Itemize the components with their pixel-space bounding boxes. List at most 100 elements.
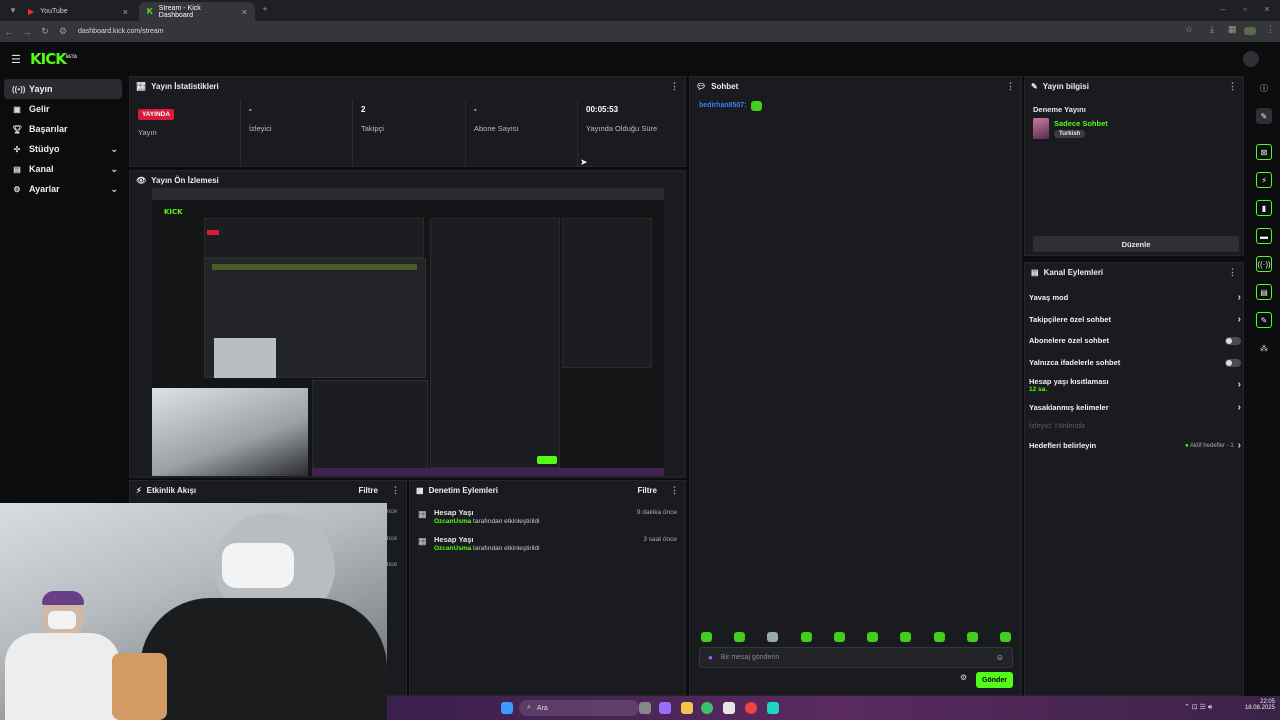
- taskbar-clock[interactable]: 22:05 18.08.2025: [1239, 699, 1275, 711]
- bolt-icon: ⚡︎: [136, 485, 142, 495]
- close-icon[interactable]: ×: [123, 7, 128, 17]
- minimize-icon[interactable]: –: [1214, 4, 1232, 14]
- chat-username[interactable]: bedirhan8507:: [699, 102, 746, 109]
- back-icon[interactable]: ←: [0, 27, 18, 37]
- profile-icon[interactable]: [1244, 27, 1256, 35]
- emote-icon[interactable]: [966, 632, 978, 642]
- mod-user[interactable]: OzcanUsma: [434, 545, 471, 552]
- emote-icon[interactable]: [767, 632, 779, 642]
- task-view-icon[interactable]: [639, 702, 651, 714]
- file-explorer-icon[interactable]: [681, 702, 693, 714]
- hamburger-menu-icon[interactable]: ☰: [11, 53, 21, 66]
- channel-action-emotes-only[interactable]: Yalnızca ifadelerle sohbet: [1029, 358, 1241, 367]
- stream-preview-video[interactable]: KICK: [152, 188, 664, 476]
- site-info-icon[interactable]: ⚙: [54, 26, 72, 37]
- window-close-icon[interactable]: ×: [1258, 4, 1276, 14]
- close-icon[interactable]: ×: [242, 7, 247, 17]
- store-icon[interactable]: [723, 702, 735, 714]
- extensions-icon[interactable]: ▦: [1228, 24, 1237, 35]
- browser-menu-icon[interactable]: ⋮: [1266, 24, 1275, 35]
- emote-icon[interactable]: [867, 632, 879, 642]
- edit-button[interactable]: Düzenle: [1033, 236, 1239, 252]
- windows-start-icon[interactable]: [501, 702, 513, 714]
- toggle-switch[interactable]: [1225, 358, 1241, 367]
- channel-action-banned-words[interactable]: Yasaklanmış kelimeler ›: [1029, 402, 1241, 413]
- emote-icon[interactable]: [933, 632, 945, 642]
- preview-browser-bar: [152, 188, 664, 200]
- info-icon[interactable]: ⓘ: [1256, 80, 1272, 96]
- more-icon[interactable]: ⋮: [670, 81, 679, 92]
- emote-icon[interactable]: [833, 632, 845, 642]
- more-icon[interactable]: ⋮: [670, 485, 679, 496]
- new-tab-icon[interactable]: +: [256, 4, 274, 14]
- chat-settings-icon[interactable]: ⚙: [960, 673, 967, 682]
- document-icon[interactable]: ▮: [1256, 200, 1272, 216]
- stat-value: 00:05:53: [586, 105, 619, 114]
- bookmark-star-icon[interactable]: ☆: [1185, 24, 1193, 35]
- edit-icon[interactable]: ✎: [1256, 108, 1272, 124]
- channel-action-slow-mode[interactable]: Yavaş mod ›: [1029, 292, 1241, 303]
- forward-icon[interactable]: →: [18, 27, 36, 37]
- url-input[interactable]: dashboard.kick.com/stream: [78, 28, 164, 35]
- app-icon[interactable]: [659, 702, 671, 714]
- filter-button[interactable]: Filtre: [637, 486, 657, 495]
- more-icon[interactable]: ⋮: [391, 485, 400, 496]
- stream-info-panel: ✎ Yayın bilgisi ⋮ Deneme Yayını Sadece Soh…: [1024, 76, 1244, 256]
- webcam-object: [112, 653, 167, 720]
- channel-action-subscribers-only[interactable]: Abonelere özel sohbet: [1029, 336, 1241, 345]
- broadcast-icon[interactable]: ((·)): [1256, 256, 1272, 272]
- channel-action-goals[interactable]: Hedefleri belirleyin ● Aktif hedefler - 1…: [1029, 440, 1241, 451]
- kick-logo[interactable]: KICKBETA: [30, 50, 77, 68]
- more-icon[interactable]: ⋮: [1228, 267, 1237, 278]
- more-icon[interactable]: ⋮: [1006, 81, 1015, 92]
- avatar[interactable]: [1243, 51, 1259, 67]
- stat-value: -: [474, 105, 477, 114]
- chat-icon[interactable]: ▬: [1256, 228, 1272, 244]
- emote-icon[interactable]: [999, 632, 1011, 642]
- sidebar-item-basarilar[interactable]: 🏆︎ Başarılar: [4, 119, 122, 139]
- sidebar-item-gelir[interactable]: ▣ Gelir: [4, 99, 122, 119]
- channel-action-account-age[interactable]: Hesap yaşı kısıtlaması 12 sa. ›: [1029, 377, 1241, 393]
- stat-value: 2: [361, 105, 366, 114]
- download-icon[interactable]: ⤓: [1210, 24, 1214, 35]
- apps-icon[interactable]: ⁂: [1256, 340, 1272, 356]
- panel-header: ▤ Kanal Eylemleri ⋮: [1025, 263, 1243, 281]
- layout-icon[interactable]: ▤: [1256, 284, 1272, 300]
- chevron-down-icon: ⌄: [110, 163, 118, 174]
- wrench-icon[interactable]: ✎: [1256, 312, 1272, 328]
- more-icon[interactable]: ⋮: [1228, 81, 1237, 92]
- toggle-switch[interactable]: [1225, 336, 1241, 345]
- maximize-icon[interactable]: ▫: [1236, 4, 1254, 14]
- stream-category[interactable]: Sadece Sohbet: [1054, 119, 1108, 128]
- reload-icon[interactable]: ↻: [36, 26, 54, 37]
- chrome-icon[interactable]: [701, 702, 713, 714]
- emote-icon[interactable]: [701, 632, 712, 642]
- preview-channel-actions: [562, 218, 652, 368]
- emote-icon: [751, 101, 762, 111]
- taskbar-search-label: Ara: [536, 704, 548, 712]
- emoji-icon[interactable]: ☺: [996, 653, 1004, 662]
- chat-input-box[interactable]: ● Bir mesaj gönderin ☺: [699, 647, 1013, 668]
- sidebar-item-kanal[interactable]: ▤ Kanal ⌄: [4, 159, 122, 179]
- bolt-icon[interactable]: ⚡︎: [1256, 172, 1272, 188]
- app-icon[interactable]: [767, 702, 779, 714]
- emote-icon[interactable]: [800, 632, 812, 642]
- chat-input-placeholder[interactable]: Bir mesaj gönderin: [721, 654, 779, 661]
- sidebar-item-yayin[interactable]: ((•)) Yayın: [4, 79, 122, 99]
- preview-logo: KICK: [164, 208, 183, 216]
- filter-button[interactable]: Filtre: [358, 486, 378, 495]
- microphone-icon[interactable]: ●: [708, 653, 713, 662]
- tray-icons[interactable]: ⌃ ⊡ ☰ 🔊︎: [1184, 703, 1212, 712]
- taskbar-search[interactable]: ⌕ Ara: [519, 700, 639, 716]
- emote-icon[interactable]: [734, 632, 746, 642]
- mod-user[interactable]: OzcanUsma: [434, 518, 471, 525]
- channel-action-followers-only[interactable]: Takipçilere özel sohbet ›: [1029, 314, 1241, 325]
- app-icon[interactable]: [745, 702, 757, 714]
- tab-kick-dashboard[interactable]: K Stream - Kick Dashboard ×: [139, 2, 255, 21]
- tab-youtube[interactable]: ▶ YouTube ×: [20, 2, 136, 21]
- sidebar-item-ayarlar[interactable]: ⚙ Ayarlar ⌄: [4, 179, 122, 199]
- sidebar-item-studyo[interactable]: ✣ Stüdyo ⌄: [4, 139, 122, 159]
- emote-icon[interactable]: [900, 632, 912, 642]
- channel-actions-icon[interactable]: ⊠: [1256, 144, 1272, 160]
- send-button[interactable]: Gönder: [976, 672, 1013, 688]
